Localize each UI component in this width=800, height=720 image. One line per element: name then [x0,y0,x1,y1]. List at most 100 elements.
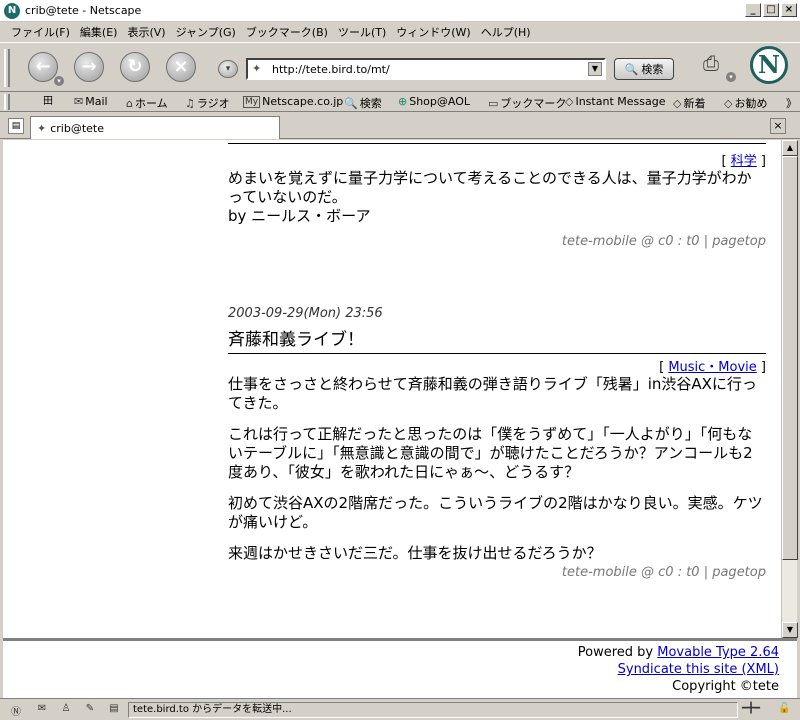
tab-label: crib@tete [50,121,104,135]
menu-bookmarks[interactable]: ブックマーク(B) [246,24,328,40]
tab-crib-tete[interactable]: ✦ crib@tete [30,116,280,139]
headphones-icon: ♫ [185,96,195,110]
shop-aol-icon: ⊕ [398,95,408,108]
browser-window: N crib@tete - Netscape _ □ × ファイル(F) 編集(… [0,0,800,720]
maximize-button[interactable]: □ [763,3,779,17]
new-tab-icon[interactable]: ▤ [8,118,24,134]
post-footer[interactable]: tete-mobile @ c0 : t0 | pagetop [228,234,766,249]
forward-arrow-icon: → [81,56,97,77]
menu-file[interactable]: ファイル(F) [11,24,70,40]
post-paragraph: 初めて渋谷AXの2階席だった。こういうライブの2階はかなり良い。実感。ケツが痛い… [228,494,763,531]
url-history-dropdown-icon[interactable]: ▾ [218,60,238,78]
url-input[interactable] [272,62,572,76]
post-category: [ Music・Movie ] [659,360,766,375]
pbar-mail[interactable]: ✉ Mail [74,95,108,108]
tab-bar: ▤ ✦ crib@tete × [0,113,800,139]
syndicate-line: Syndicate this site (XML) [618,662,779,677]
title-bar: N crib@tete - Netscape _ □ × [0,0,800,22]
pbar-shop-aol[interactable]: ⊕ Shop@AOL [398,95,470,108]
pbar-home[interactable]: ⌂ ホーム [126,95,168,111]
post-paragraph: 仕事をさっさと終わらせて斉藤和義の弾き語りライブ「残暑」in渋谷AXに行ってきた… [228,375,757,412]
post-title: 斉藤和義ライブ！ [228,325,766,354]
vertical-scrollbar[interactable]: ▲ ▼ [781,140,798,638]
pbar-new[interactable]: ◇ 新着 [673,95,705,111]
post-paragraph: これは行って正解だったと思ったのは「僕をうずめて」「一人よがり」「何もないテーブ… [228,425,753,481]
menu-go[interactable]: ジャンプ(G) [176,24,236,40]
pbar-instant-message[interactable]: ◇ Instant Message [565,95,665,108]
pbar-bookmarks[interactable]: ▭ ブックマーク [488,95,566,111]
magnifier-icon: 🔍 [624,62,639,76]
print-dropdown-icon[interactable]: ▾ [726,72,736,82]
my-netscape-icon: My [243,95,261,108]
page-content: [ 科学 ] めまいを覚えずに量子力学について考えることのできる人は、量子力学が… [3,140,781,638]
menu-bar: ファイル(F) 編集(E) 表示(V) ジャンプ(G) ブックマーク(B) ツー… [0,22,800,42]
pbar-radio[interactable]: ♫ ラジオ [185,95,230,111]
netscape-logo[interactable]: N [750,46,788,84]
close-tab-button[interactable]: × [770,118,786,134]
minimize-button[interactable]: _ [745,3,761,17]
menu-edit[interactable]: 編集(E) [80,24,118,40]
search-icon: 🔍 [344,96,358,110]
copyright: Copyright ©tete [672,679,779,694]
url-bar[interactable]: ✦ ▼ [246,58,606,80]
personal-toolbar-grip[interactable] [4,94,10,110]
page-footer-frame: Powered by Movable Type 2.64 Syndicate t… [3,638,797,698]
connection-icon: ━╋━ [742,703,761,714]
close-button[interactable]: × [781,3,797,17]
scroll-up-arrow-icon[interactable]: ▲ [782,140,798,156]
post-paragraph: by ニールス・ボーア [228,207,371,225]
category-link[interactable]: 科学 [731,154,757,169]
status-bar: Ⓝ ✉ ♙ ✎ ▤ tete.bird.to からデータを転送中... ━╋━ … [0,698,800,720]
bookmark-icon: ◇ [565,95,574,108]
toolbar-grip[interactable] [4,49,10,87]
status-text: tete.bird.to からデータを転送中... [128,702,738,718]
post-date: 2003-09-29(Mon) 23:56 [228,306,383,321]
site-favicon-icon: ✦ [37,121,47,135]
mail-icon: ✉ [74,95,84,108]
menu-help[interactable]: ヘルプ(H) [481,24,531,40]
pbar-recommend[interactable]: ◇ お勧め [724,95,767,111]
security-lock-icon[interactable]: 🔓 [778,703,790,714]
back-button[interactable]: ← [28,52,58,82]
reload-button[interactable]: ↻ [120,52,150,82]
previous-post-title-cut [228,140,766,144]
menu-window[interactable]: ウィンドウ(W) [396,24,470,40]
address-book-icon[interactable]: ▤ [106,703,122,717]
scrollbar-thumb[interactable] [782,156,798,560]
stop-icon: × [173,56,189,77]
scroll-down-arrow-icon[interactable]: ▼ [782,622,798,638]
mail-icon[interactable]: ✉ [34,703,50,717]
netscape-app-icon: N [4,2,20,19]
powered-by: Powered by Movable Type 2.64 [577,645,779,660]
sidebar-toggle-icon[interactable]: 田 [28,92,68,112]
search-button[interactable]: 🔍 検索 [614,58,674,80]
print-icon[interactable]: ⎙ [696,48,726,78]
movable-type-link[interactable]: Movable Type 2.64 [657,645,779,660]
aim-icon[interactable]: ♙ [58,703,74,717]
bookmark-icon: ◇ [673,96,682,110]
url-dropdown-icon[interactable]: ▼ [588,62,602,76]
personal-toolbar: 田 ✉ Mail ⌂ ホーム ♫ ラジオ My Netscape.co.jp 🔍 検索 ⊕… [0,92,800,112]
netscape-status-icon[interactable]: Ⓝ [8,703,24,718]
composer-icon[interactable]: ✎ [82,703,98,717]
menu-tools[interactable]: ツール(T) [338,24,386,40]
post-paragraph: めまいを覚えずに量子力学について考えることのできる人は、量子力学がわかっていない… [228,169,752,206]
site-favicon-icon: ✦ [252,62,262,75]
forward-button[interactable]: → [74,52,104,82]
pbar-netscape-jp[interactable]: My Netscape.co.jp [243,95,343,108]
reload-icon: ↻ [127,56,143,77]
post-paragraph: 来週はかせきさいだ三だ。仕事を抜け出せるだろうか？ [228,544,602,562]
category-link[interactable]: Music・Movie [668,360,756,375]
back-history-dropdown-icon[interactable]: ▾ [54,76,64,86]
search-button-label: 検索 [641,63,664,76]
bookmark-folder-icon: ▭ [488,96,499,110]
menu-view[interactable]: 表示(V) [127,24,165,40]
stop-button[interactable]: × [166,52,196,82]
post-category: [ 科学 ] [721,154,766,169]
pbar-overflow-icon[interactable]: 》 [786,95,797,111]
post-footer[interactable]: tete-mobile @ c0 : t0 | pagetop [228,565,766,580]
syndicate-link[interactable]: Syndicate this site (XML) [618,662,779,677]
post-2: 2003-09-29(Mon) 23:56 斉藤和義ライブ！ [ Music・M… [228,306,766,580]
pbar-search[interactable]: 🔍 検索 [344,95,382,111]
post-1: [ 科学 ] めまいを覚えずに量子力学について考えることのできる人は、量子力学が… [228,150,766,249]
